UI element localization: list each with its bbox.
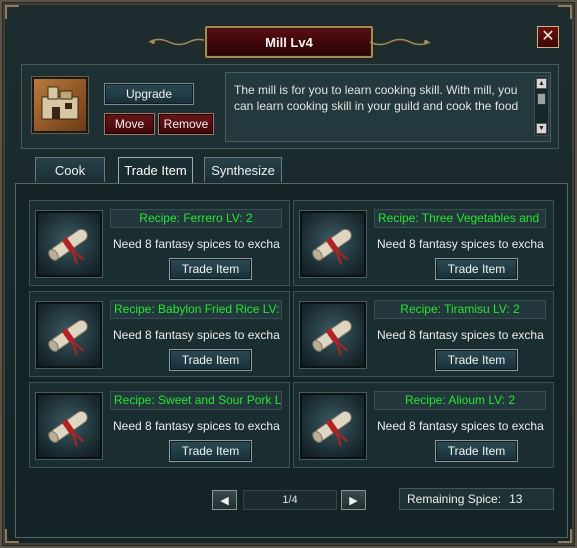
next-page-button[interactable]: ▶ <box>341 490 366 510</box>
description-text: The mill is for you to learn cooking ski… <box>234 82 530 116</box>
recipe-name: Recipe: Sweet and Sour Pork L <box>110 391 282 410</box>
remaining-spice-label: Remaining Spice: <box>407 492 502 506</box>
frame-corner <box>558 5 572 19</box>
description-line: can learn cooking skill in your guild an… <box>234 99 519 113</box>
building-header: Upgrade Move Remove The mill is for you … <box>21 64 559 149</box>
recipe-requirement: Need 8 fantasy spices to excha <box>113 328 280 342</box>
recipe-name: Recipe: Three Vegetables and <box>374 209 546 228</box>
description-scrollbar[interactable]: ▲ ▼ <box>534 76 549 136</box>
recipe-requirement: Need 8 fantasy spices to excha <box>113 419 280 433</box>
recipe-card: Recipe: Three Vegetables and Need 8 fant… <box>293 200 554 286</box>
recipe-scroll-icon <box>312 319 352 356</box>
trade-item-button[interactable]: Trade Item <box>169 440 252 462</box>
upgrade-button[interactable]: Upgrade <box>104 83 194 105</box>
recipe-scroll-icon <box>36 393 102 459</box>
recipe-scroll-icon <box>48 319 88 356</box>
remove-button[interactable]: Remove <box>158 113 214 135</box>
description-line: The mill is for you to learn cooking ski… <box>234 83 518 97</box>
recipe-name: Recipe: Tiramisu LV: 2 <box>374 300 546 319</box>
trade-item-button[interactable]: Trade Item <box>435 349 518 371</box>
recipe-scroll-icon <box>36 211 102 277</box>
recipe-name: Recipe: Ferrero LV: 2 <box>110 209 282 228</box>
mill-window: Mill Lv4 ✕ Upgrade Move Remove The mill … <box>0 0 577 548</box>
recipe-card: Recipe: Alioum LV: 2 Need 8 fantasy spic… <box>293 382 554 468</box>
trade-item-button[interactable]: Trade Item <box>169 349 252 371</box>
trade-item-button[interactable]: Trade Item <box>435 440 518 462</box>
recipe-requirement: Need 8 fantasy spices to excha <box>377 419 544 433</box>
title-ornament-left-icon <box>148 38 209 46</box>
recipe-requirement: Need 8 fantasy spices to excha <box>377 328 544 342</box>
recipe-scroll-icon <box>312 410 352 447</box>
description-box: The mill is for you to learn cooking ski… <box>225 72 551 142</box>
remaining-spice: Remaining Spice: 13 <box>399 488 554 510</box>
recipe-card: Recipe: Sweet and Sour Pork L Need 8 fan… <box>29 382 290 468</box>
scroll-thumb[interactable] <box>537 93 546 105</box>
frame-corner <box>5 5 19 19</box>
recipe-scroll-icon <box>48 228 88 265</box>
recipe-scroll-icon <box>300 302 366 368</box>
scroll-down-icon[interactable]: ▼ <box>536 123 547 134</box>
recipe-scroll-icon <box>300 393 366 459</box>
move-button[interactable]: Move <box>104 113 155 135</box>
recipe-name: Recipe: Babylon Fried Rice LV: <box>110 300 282 319</box>
scroll-up-icon[interactable]: ▲ <box>536 78 547 89</box>
title-ornament-right-icon <box>370 38 431 46</box>
trade-item-button[interactable]: Trade Item <box>435 258 518 280</box>
recipe-card: Recipe: Tiramisu LV: 2 Need 8 fantasy sp… <box>293 291 554 377</box>
recipe-scroll-icon <box>48 410 88 447</box>
recipe-scroll-icon <box>300 211 366 277</box>
prev-page-button[interactable]: ◀ <box>212 490 237 510</box>
recipe-scroll-icon <box>36 302 102 368</box>
tab-trade-item[interactable]: Trade Item <box>118 157 193 183</box>
recipe-requirement: Need 8 fantasy spices to excha <box>113 237 280 251</box>
recipe-card: Recipe: Babylon Fried Rice LV: Need 8 fa… <box>29 291 290 377</box>
trade-item-panel: Recipe: Ferrero LV: 2 Need 8 fantasy spi… <box>15 183 568 538</box>
mill-building-icon <box>32 77 88 133</box>
recipe-requirement: Need 8 fantasy spices to excha <box>377 237 544 251</box>
recipe-card: Recipe: Ferrero LV: 2 Need 8 fantasy spi… <box>29 200 290 286</box>
title-bar: Mill Lv4 <box>147 24 432 60</box>
recipe-scroll-icon <box>312 228 352 265</box>
remaining-spice-value: 13 <box>509 492 523 506</box>
recipe-name: Recipe: Alioum LV: 2 <box>374 391 546 410</box>
mill-building-icon <box>41 86 79 120</box>
trade-item-button[interactable]: Trade Item <box>169 258 252 280</box>
tab-cook[interactable]: Cook <box>35 157 105 182</box>
close-button[interactable]: ✕ <box>537 26 559 48</box>
window-title: Mill Lv4 <box>205 26 373 58</box>
page-indicator: 1/4 <box>243 490 337 510</box>
tab-synthesize[interactable]: Synthesize <box>204 157 282 182</box>
